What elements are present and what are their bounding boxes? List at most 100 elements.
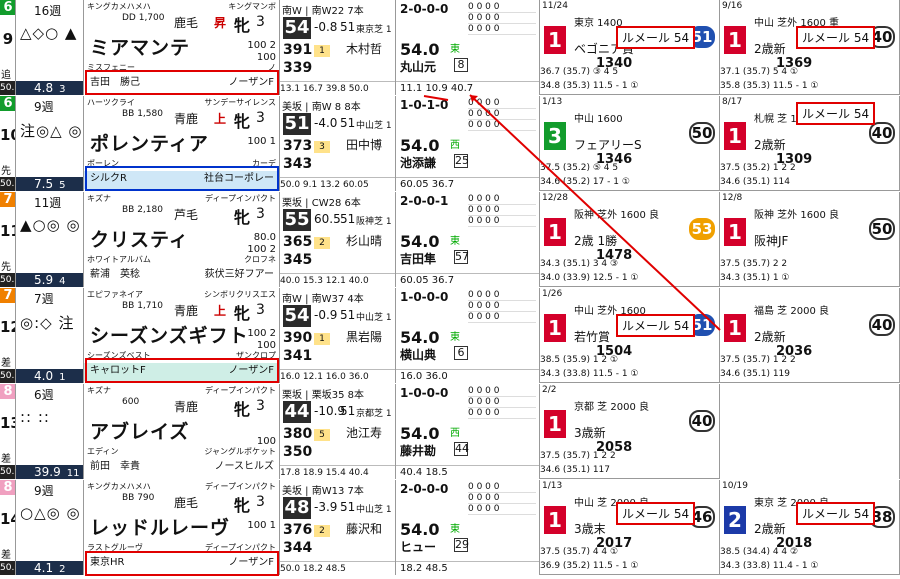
broodmare-sire-top: ディープインパクト [205,386,276,395]
popularity-rank: 1 [59,372,66,383]
splits-line-2: 34.6 (35.2) 17 - 1 ① [540,177,630,187]
carried-weight: 54.0 [400,328,440,347]
record-bottom-stats: 40.4 18.5 [396,465,539,479]
race-record: 2-0-0-0 [400,482,449,496]
training-time-1: 390 [283,330,313,346]
jockey-name[interactable]: 丸山元 [400,58,436,75]
trainer-name: 木村哲 [346,42,383,56]
owner-name: 薪浦 英稔 [90,269,140,280]
stable-region: 東 [450,332,460,343]
past-race-date: 9/16 [722,1,743,11]
popularity-mark: 50.0 [0,81,15,95]
running-style: 差 [1,358,11,369]
finish-rank: 2 [724,506,746,534]
past-race-track: 阪神 芝外 1600 良 [754,210,839,221]
splits-line-2: 36.9 (35.2) 11.5 - 1 ① [540,561,639,571]
training-course: 栗坂 | CW28 6本 [282,198,361,209]
running-style: 差 [1,454,11,465]
odds-value: 5.9 [34,273,54,287]
splits-line-2: 34.0 (33.9) 12.5 - 1 ① [540,273,639,283]
odds-value: 4.8 [34,81,54,95]
training-rank: 44 [283,401,311,423]
jockey-highlight: ルメール 54 [796,102,876,125]
past-race-1: 1/13 中山 芝 2000 良 1 3歳末 2017 46 37.5 (35.7) 4 4… [540,480,720,575]
training-time-delta: 60.5 [314,212,341,226]
frame-number: 8 [0,384,15,399]
horse-row: 813差50.06週:: ::39.911キズナディープインパクト600青鹿牝3… [0,384,900,479]
distance-record-table: 0 0 0 00 0 0 00 0 0 0 [468,290,536,323]
jockey-rating: 44 [454,442,469,456]
course-record: 中山芝 1 [356,121,392,131]
past-race-splits: 34.3 (35.1) 3 4 ③ 34.0 (33.9) 12.5 - 1 ① [540,257,719,287]
horse-name[interactable]: シーズンズギフト [90,321,249,348]
splits-line-1: 37.5 (35.2) 1 2 2 [720,163,796,173]
broodmare-sire-top: サンデーサイレンス [204,98,276,107]
red-highlight-box [85,551,279,576]
finish-rank: 3 [544,122,566,150]
past-race-1: 1/13 中山 1600 3 フェアリーS 1346 50 37.5 (35.2) ⑤ 4… [540,96,720,191]
training-time-delta: -4.0 [314,116,338,130]
horse-row: 711先50.011週▲○◎ ◎5.94キズナディープインパクトBB 2,180… [0,192,900,287]
owner-band: 薪浦 英稔 荻伏三好フアー [84,267,279,285]
distance-record-table: 0 0 0 00 0 0 00 0 0 0 [468,194,536,227]
finish-rank: 1 [544,314,566,342]
rating-1: 100 2 [247,40,276,51]
course-record: 東京芝 1 [356,25,392,35]
jockey-name[interactable]: 池添謙 [400,154,436,171]
speed-index: 40 [869,314,895,336]
trainer-name: 池江寿 [346,426,383,440]
broodmare-sire-top: ディープインパクト [205,194,276,203]
jockey-name[interactable]: 横山典 [400,346,436,363]
record-cell: 0 0 0 0 [468,493,536,504]
horse-name[interactable]: レッドルレーヴ [90,513,230,540]
finish-rank: 1 [724,218,746,246]
jockey-weight: 51 [340,308,356,322]
past-race-1: 2/2 京都 芝 2000 良 1 3歳新 2058 40 37.5 (35.7) 1 2 … [540,384,720,479]
training-time-delta: -0.8 [314,20,338,34]
sex-label: 牝 [234,400,251,419]
race-record: 2-0-0-1 [400,194,449,208]
odds-bar: 39.9 11 [16,465,83,479]
splits-line-2: 34.6 (35.1) 114 [720,177,791,187]
horse-name[interactable]: クリスティ [90,225,189,252]
running-style: 先 [1,166,11,177]
record-cell: 0 0 0 0 [468,98,536,109]
horse-name[interactable]: ミアマンテ [90,33,190,60]
horse-number: 13 [0,414,15,432]
past-race-track: 福島 芝 2000 良 [754,306,829,317]
prediction-marks: 6週:: :: 39.9 11 [16,384,84,479]
horse-number: 11 [0,222,15,240]
training-rank: 54 [283,17,311,39]
past-race-splits: 37.5 (35.2) 1 2 2 34.6 (35.1) 114 [720,161,899,191]
speed-index: 40 [689,410,715,432]
past-race-track: 阪神 芝外 1600 良 [574,210,659,221]
jockey-name[interactable]: 藤井勘 [400,442,436,459]
jockey-name[interactable]: ヒュー [400,538,436,555]
trainer-name: 黒岩陽 [346,330,383,344]
race-class: 2歳新 [754,330,786,344]
horse-name[interactable]: アブレイズ [90,417,189,444]
record-cell: 0 0 0 0 [468,205,536,216]
rating-1: 100 1 [247,136,276,147]
frame-number: 7 [0,288,15,303]
age-label: 3 [256,398,265,414]
race-class: 2歳新 [754,42,786,56]
jockey-name[interactable]: 吉田隼 [400,250,436,267]
past-race-2 [720,384,900,479]
training-column: 南W | 南W37 4本 54 -0.9 390 1 341 51 中山芝 1 黒岩陽 16.0 … [280,288,396,383]
weeks-since-race: 6週 [34,388,54,402]
training-column: 栗坂 | CW28 6本 55 60.5 365 2 345 51 阪神芝 1 杉山晴 40.0 … [280,192,396,287]
odds-bar: 4.0 1 [16,369,83,383]
weeks-since-race: 11週 [34,196,62,210]
sire-name: ハーツクライ [87,98,135,107]
training-grade: 2 [314,237,330,249]
training-grade: 5 [314,429,330,441]
finish-rank: 1 [724,122,746,150]
popularity-mark: 50.0 [0,561,15,575]
sex-label: 牝 [234,496,251,515]
record-bottom-stats: 60.05 36.7 [396,177,539,191]
horse-name[interactable]: ポレンティア [90,129,209,156]
weeks-since-race: 9週 [34,100,54,114]
training-rank: 51 [283,113,311,135]
breeder-name: 荻伏三好フアー [204,269,274,280]
